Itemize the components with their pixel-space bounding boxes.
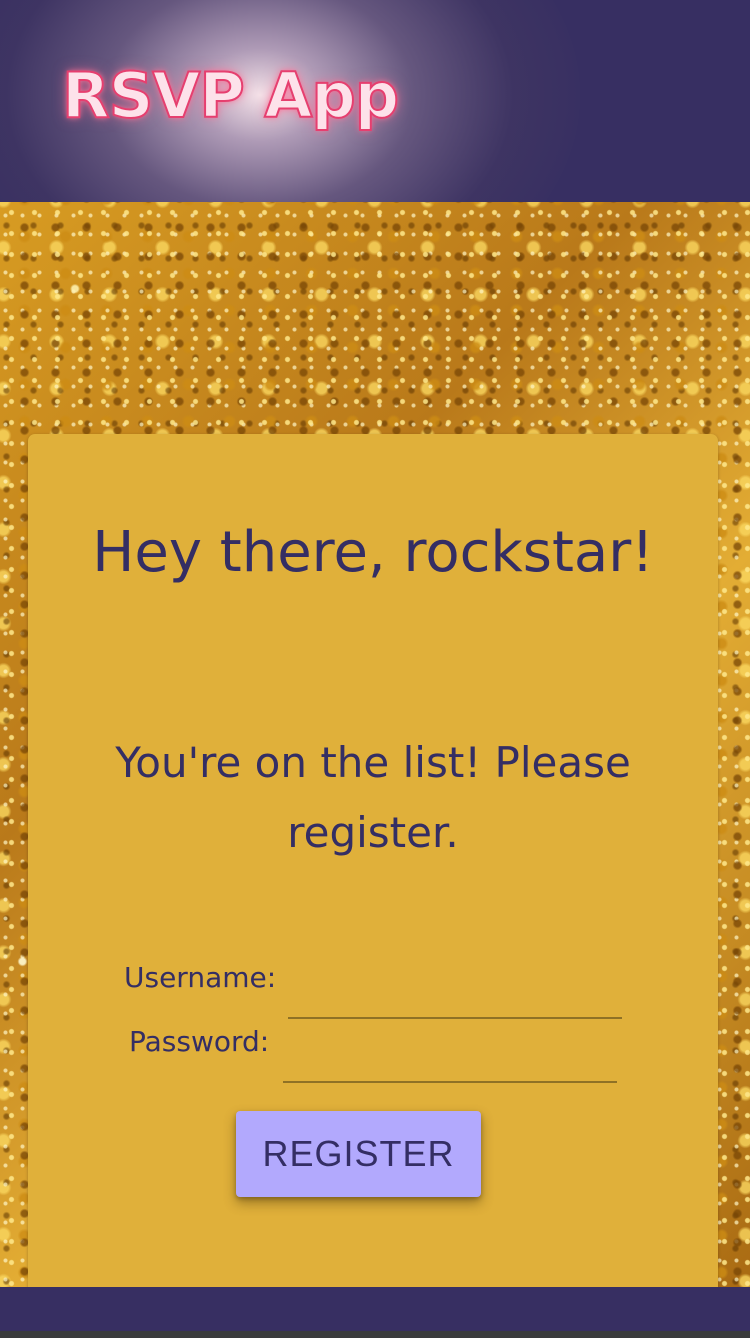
greeting-heading: Hey there, rockstar! xyxy=(92,520,654,585)
app-logo[interactable]: RSVP App xyxy=(61,59,400,133)
password-input[interactable] xyxy=(283,1041,617,1083)
app-header: RSVP App xyxy=(0,0,750,202)
password-label: Password: xyxy=(129,1025,270,1058)
username-label: Username: xyxy=(124,961,277,994)
bottom-edge xyxy=(0,1331,750,1338)
username-input[interactable] xyxy=(288,977,622,1019)
register-button[interactable]: REGISTER xyxy=(236,1111,481,1197)
glitter-background: Hey there, rockstar! You're on the list!… xyxy=(0,202,750,1287)
register-prompt: You're on the list! Please register. xyxy=(115,738,631,857)
app-footer xyxy=(0,1287,750,1331)
register-card: Hey there, rockstar! You're on the list!… xyxy=(28,434,718,1287)
